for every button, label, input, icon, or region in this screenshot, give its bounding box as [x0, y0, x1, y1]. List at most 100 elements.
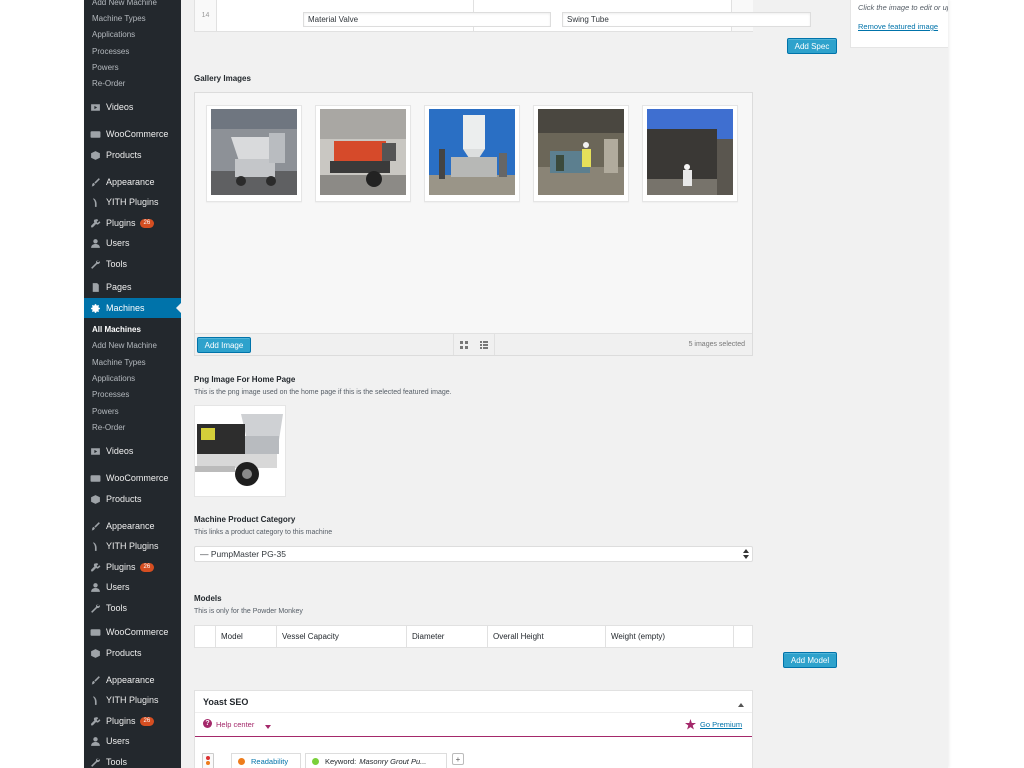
- go-premium-link[interactable]: Go Premium: [700, 720, 742, 729]
- submenu-item[interactable]: Processes: [92, 47, 129, 56]
- menu-label: Users: [106, 736, 130, 746]
- add-spec-button[interactable]: Add Spec: [787, 38, 837, 54]
- menu-label: WooCommerce: [106, 129, 169, 139]
- menu-label: Appearance: [106, 675, 155, 685]
- menu-item-plugins[interactable]: Plugins 26: [84, 711, 181, 731]
- gallery-thumb-5[interactable]: [642, 105, 738, 202]
- menu-item-woocommerce[interactable]: WooCommerce: [84, 622, 181, 642]
- menu-item-appearance[interactable]: Appearance: [84, 172, 181, 192]
- menu-item-users[interactable]: Users: [84, 577, 181, 597]
- keyword-tab[interactable]: Keyword: Masonry Grout Pu...: [305, 753, 447, 768]
- png-image-preview[interactable]: [194, 405, 286, 497]
- menu-label: Pages: [106, 282, 132, 292]
- gallery-thumb-1[interactable]: [206, 105, 302, 202]
- submenu-item[interactable]: Applications: [92, 374, 135, 383]
- help-center-link[interactable]: Help center: [216, 720, 254, 729]
- menu-label: Products: [106, 494, 142, 504]
- models-col-weight: Weight (empty): [606, 626, 734, 647]
- menu-item-tools[interactable]: Tools: [84, 598, 181, 618]
- submenu-item[interactable]: Powers: [92, 63, 119, 72]
- workers-photo: [538, 109, 624, 195]
- submenu-item[interactable]: Machine Types: [92, 358, 146, 367]
- gallery-thumb-2[interactable]: [315, 105, 411, 202]
- menu-item-plugins[interactable]: Plugins 26: [84, 213, 181, 233]
- menu-item-appearance[interactable]: Appearance: [84, 516, 181, 536]
- menu-item-yith-plugins[interactable]: YITH Plugins: [84, 536, 181, 556]
- menu-label: Tools: [106, 259, 128, 269]
- gallery-thumb-4[interactable]: [533, 105, 629, 202]
- menu-label: WooCommerce: [106, 627, 169, 637]
- pump-machine-image: [195, 406, 285, 496]
- submenu-item[interactable]: All Machines: [92, 325, 141, 334]
- menu-label: Appearance: [106, 177, 155, 187]
- featured-image-hint: Click the image to edit or update: [858, 3, 948, 12]
- traffic-light-red: [206, 756, 210, 760]
- menu-item-machines[interactable]: Machines: [84, 298, 181, 318]
- menu-item-users[interactable]: Users: [84, 731, 181, 751]
- red-pump-photo: [320, 109, 406, 195]
- menu-item-products[interactable]: Products: [84, 489, 181, 509]
- spec-name-input[interactable]: Material Valve: [303, 12, 551, 27]
- gallery-thumb-3[interactable]: [424, 105, 520, 202]
- plugin-icon: [84, 562, 106, 573]
- submenu-item[interactable]: Powers: [92, 407, 119, 416]
- add-keyword-button[interactable]: +: [452, 753, 464, 765]
- spec-value-input[interactable]: Swing Tube: [562, 12, 811, 27]
- category-selected-value: — PumpMaster PG-35: [200, 549, 286, 559]
- submenu-item[interactable]: Applications: [92, 30, 135, 39]
- grid-view-icon[interactable]: [460, 341, 468, 351]
- wrench-icon: [84, 757, 106, 768]
- wall-spray-photo: [647, 109, 733, 195]
- menu-label: Machines: [106, 303, 145, 313]
- models-col-model: Model: [216, 626, 277, 647]
- menu-item-woocommerce[interactable]: WooCommerce: [84, 468, 181, 488]
- select-arrows-icon: [743, 549, 749, 561]
- readability-tab[interactable]: Readability: [231, 753, 301, 768]
- submenu-item[interactable]: Re-Order: [92, 423, 125, 432]
- menu-item-woocommerce[interactable]: WooCommerce: [84, 124, 181, 144]
- menu-label: Videos: [106, 446, 134, 456]
- yoast-seo-box: Yoast SEO ? Help center Go Premium Reada…: [194, 690, 753, 768]
- menu-item-yith-plugins[interactable]: YITH Plugins: [84, 192, 181, 212]
- submenu-item[interactable]: Add New Machine: [92, 0, 157, 7]
- submenu-item[interactable]: Add New Machine: [92, 341, 157, 350]
- traffic-light-orange: [206, 761, 210, 765]
- menu-item-videos[interactable]: Videos: [84, 441, 181, 461]
- menu-label: Products: [106, 150, 142, 160]
- menu-item-pages[interactable]: Pages: [84, 277, 181, 297]
- menu-label: Products: [106, 648, 142, 658]
- menu-item-yith-plugins[interactable]: YITH Plugins: [84, 690, 181, 710]
- remove-featured-image-link[interactable]: Remove featured image: [858, 22, 938, 31]
- submenu-item[interactable]: Re-Order: [92, 79, 125, 88]
- menu-item-products[interactable]: Products: [84, 643, 181, 663]
- gallery-count: 5 images selected: [688, 341, 745, 348]
- png-image-description: This is the png image used on the home p…: [194, 389, 452, 396]
- products-icon: [84, 494, 106, 505]
- submenu-item[interactable]: Processes: [92, 390, 129, 399]
- spec-row-number: 14: [195, 0, 217, 31]
- menu-label: Plugins: [106, 716, 136, 726]
- menu-item-videos[interactable]: Videos: [84, 97, 181, 117]
- menu-item-tools[interactable]: Tools: [84, 254, 181, 274]
- menu-item-plugins[interactable]: Plugins 26: [84, 557, 181, 577]
- woocommerce-icon: [84, 129, 106, 140]
- menu-label: Plugins: [106, 562, 136, 572]
- video-icon: [84, 446, 106, 457]
- models-col-vessel: Vessel Capacity: [277, 626, 407, 647]
- menu-item-products[interactable]: Products: [84, 145, 181, 165]
- menu-item-tools[interactable]: Tools: [84, 752, 181, 768]
- keyword-status-dot: [312, 758, 319, 765]
- category-title: Machine Product Category: [194, 515, 296, 524]
- yoast-header[interactable]: Yoast SEO: [195, 691, 752, 713]
- submenu-item[interactable]: Machine Types: [92, 14, 146, 23]
- add-model-button[interactable]: Add Model: [783, 652, 837, 668]
- png-image-title: Png Image For Home Page: [194, 375, 296, 384]
- collapse-arrow-icon[interactable]: [738, 699, 744, 709]
- add-image-button[interactable]: Add Image: [197, 337, 251, 353]
- list-view-icon[interactable]: [480, 341, 488, 351]
- menu-item-users[interactable]: Users: [84, 233, 181, 253]
- help-dropdown-icon[interactable]: [265, 721, 271, 731]
- keyword-value: Masonry Grout Pu...: [359, 757, 427, 766]
- category-select[interactable]: — PumpMaster PG-35: [194, 546, 753, 562]
- menu-item-appearance[interactable]: Appearance: [84, 670, 181, 690]
